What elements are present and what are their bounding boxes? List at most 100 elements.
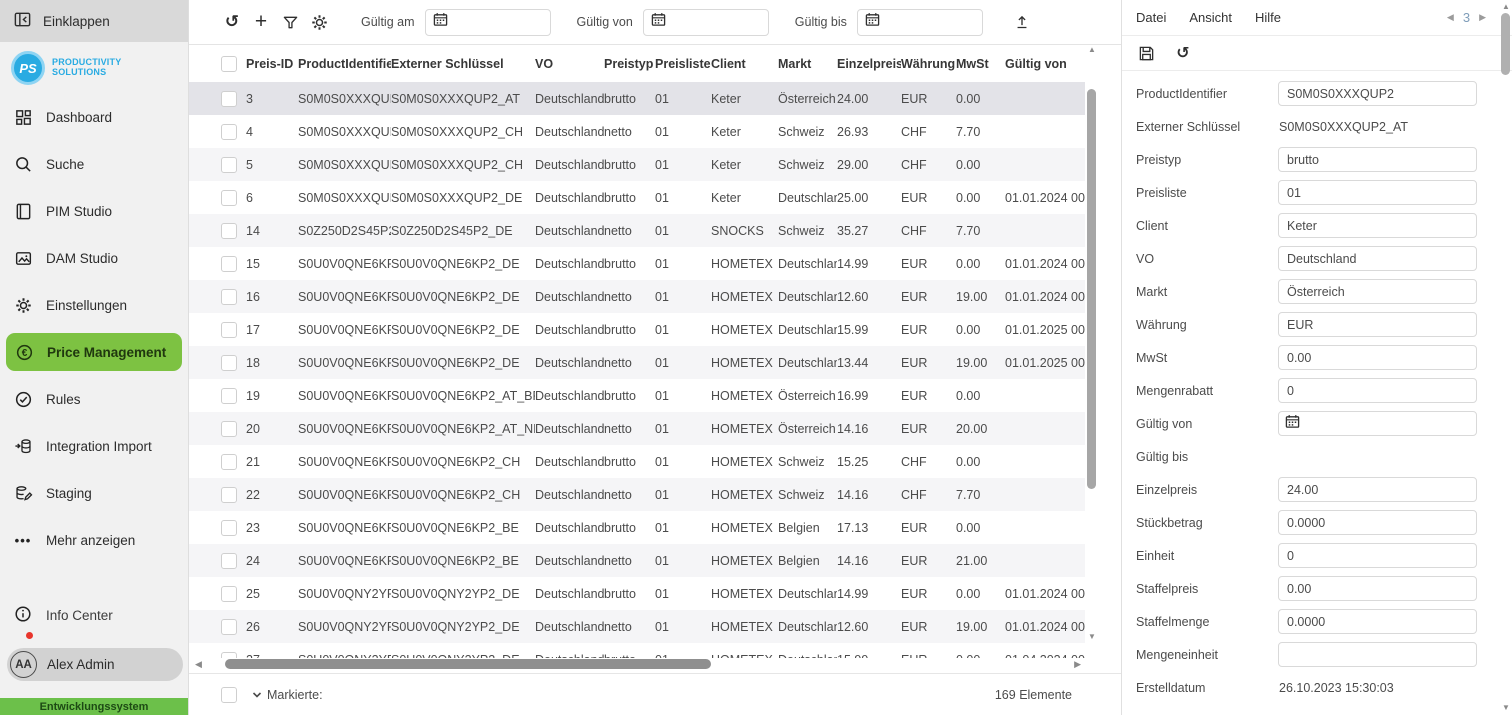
scroll-down-icon[interactable]: ▼: [1085, 632, 1099, 642]
sidebar-item-staging[interactable]: Staging: [0, 470, 188, 517]
table-row[interactable]: 26S0U0V0QNY2YP2S0U0V0QNY2YP2_DEDeutschla…: [189, 610, 1085, 643]
einzelpreis-input[interactable]: [1278, 477, 1477, 502]
column-header-productidentifier[interactable]: ProductIdentifier: [298, 57, 391, 71]
sidebar-item-einstellungen[interactable]: Einstellungen: [0, 282, 188, 329]
stueckbetrag-input[interactable]: [1278, 510, 1477, 535]
save-icon[interactable]: [1136, 43, 1156, 63]
mengenrabatt-input[interactable]: [1278, 378, 1477, 403]
table-row[interactable]: 25S0U0V0QNY2YP2S0U0V0QNY2YP2_DEDeutschla…: [189, 577, 1085, 610]
mengeneinheit-input[interactable]: [1278, 642, 1477, 667]
preistyp-input[interactable]: [1278, 147, 1477, 172]
row-checkbox[interactable]: [221, 256, 237, 272]
vertical-scrollbar-thumb[interactable]: [1087, 89, 1096, 489]
einheit-input[interactable]: [1278, 543, 1477, 568]
row-checkbox[interactable]: [221, 355, 237, 371]
add-icon[interactable]: +: [248, 9, 274, 35]
table-row[interactable]: 5S0M0S0XXXQUP2S0M0S0XXXQUP2_CHDeutschlan…: [189, 148, 1085, 181]
column-header-externer-schluessel[interactable]: Externer Schlüssel: [391, 57, 535, 71]
row-checkbox[interactable]: [221, 619, 237, 635]
scroll-down-icon[interactable]: ▼: [1499, 703, 1512, 713]
productidentifier-input[interactable]: [1278, 81, 1477, 106]
table-row[interactable]: 17S0U0V0QNE6KP2S0U0V0QNE6KP2_DEDeutschla…: [189, 313, 1085, 346]
sidebar-item-info-center[interactable]: Info Center: [0, 600, 188, 630]
table-row[interactable]: 27S0U0V0QNY2YP2S0U0V0QNY2YP2_DEDeutschla…: [189, 643, 1085, 658]
vertical-scrollbar[interactable]: ▲ ▼: [1085, 45, 1099, 642]
row-checkbox[interactable]: [221, 421, 237, 437]
column-header-preisliste[interactable]: Preisliste: [655, 57, 711, 71]
row-checkbox[interactable]: [221, 223, 237, 239]
refresh-icon[interactable]: ↺: [1173, 43, 1193, 63]
horizontal-scrollbar-thumb[interactable]: [225, 659, 711, 669]
row-checkbox[interactable]: [221, 322, 237, 338]
sidebar-item-rules[interactable]: Rules: [0, 376, 188, 423]
scroll-left-icon[interactable]: ◀: [195, 659, 202, 670]
scroll-up-icon[interactable]: ▲: [1085, 45, 1099, 55]
sidebar-item-price-management[interactable]: €Price Management: [6, 333, 182, 371]
chevron-down-icon[interactable]: [251, 689, 263, 701]
sidebar-item-pim-studio[interactable]: PIM Studio: [0, 188, 188, 235]
row-checkbox[interactable]: [221, 553, 237, 569]
table-row[interactable]: 23S0U0V0QNE6KP2S0U0V0QNE6KP2_BEDeutschla…: [189, 511, 1085, 544]
table-row[interactable]: 3S0M0S0XXXQUP2S0M0S0XXXQUP2_ATDeutschlan…: [189, 82, 1085, 115]
table-row[interactable]: 24S0U0V0QNE6KP2S0U0V0QNE6KP2_BEDeutschla…: [189, 544, 1085, 577]
horizontal-scrollbar[interactable]: ◀ ▶: [193, 657, 1089, 671]
footer-checkbox[interactable]: [221, 687, 237, 703]
vo-input[interactable]: [1278, 246, 1477, 271]
gueltig-am-date-input[interactable]: [425, 9, 551, 36]
gueltig-von-date-input[interactable]: [643, 9, 769, 36]
row-checkbox[interactable]: [221, 157, 237, 173]
table-row[interactable]: 16S0U0V0QNE6KP2S0U0V0QNE6KP2_DEDeutschla…: [189, 280, 1085, 313]
table-row[interactable]: 21S0U0V0QNE6KP2S0U0V0QNE6KP2_CHDeutschla…: [189, 445, 1085, 478]
sidebar-item-dashboard[interactable]: Dashboard: [0, 94, 188, 141]
pager-prev-icon[interactable]: ◀: [1447, 12, 1454, 23]
upload-icon[interactable]: [1009, 9, 1035, 35]
table-row[interactable]: 18S0U0V0QNE6KP2S0U0V0QNE6KP2_DEDeutschla…: [189, 346, 1085, 379]
table-row[interactable]: 20S0U0V0QNE6KP2S0U0V0QNE6KP2_AT_NETTODeu…: [189, 412, 1085, 445]
menu-datei[interactable]: Datei: [1136, 10, 1166, 25]
waehrung-input[interactable]: [1278, 312, 1477, 337]
staffelmenge-input[interactable]: [1278, 609, 1477, 634]
table-row[interactable]: 15S0U0V0QNE6KP2S0U0V0QNE6KP2_DEDeutschla…: [189, 247, 1085, 280]
sidebar-item-integration-import[interactable]: Integration Import: [0, 423, 188, 470]
row-checkbox[interactable]: [221, 520, 237, 536]
column-header-gueltig-von[interactable]: Gültig von: [1005, 57, 1085, 71]
refresh-icon[interactable]: ↺: [219, 9, 245, 35]
row-checkbox[interactable]: [221, 124, 237, 140]
panel-scrollbar[interactable]: ▲ ▼: [1499, 0, 1512, 715]
column-header-waehrung[interactable]: Währung: [901, 57, 956, 71]
settings-icon[interactable]: [306, 9, 332, 35]
client-input[interactable]: [1278, 213, 1477, 238]
row-checkbox[interactable]: [221, 91, 237, 107]
row-checkbox[interactable]: [221, 454, 237, 470]
table-row[interactable]: 4S0M0S0XXXQUP2S0M0S0XXXQUP2_CHDeutschlan…: [189, 115, 1085, 148]
column-header-markt[interactable]: Markt: [778, 57, 837, 71]
gueltig-bis-date-input[interactable]: [857, 9, 983, 36]
menu-hilfe[interactable]: Hilfe: [1255, 10, 1281, 25]
menu-ansicht[interactable]: Ansicht: [1189, 10, 1232, 25]
table-row[interactable]: 6S0M0S0XXXQUP2S0M0S0XXXQUP2_DEDeutschlan…: [189, 181, 1085, 214]
row-checkbox[interactable]: [221, 487, 237, 503]
table-row[interactable]: 22S0U0V0QNE6KP2S0U0V0QNE6KP2_CHDeutschla…: [189, 478, 1085, 511]
markt-input[interactable]: [1278, 279, 1477, 304]
staffelpreis-input[interactable]: [1278, 576, 1477, 601]
user-menu[interactable]: AA Alex Admin: [7, 648, 183, 681]
sidebar-item-mehr-anzeigen[interactable]: •••Mehr anzeigen: [0, 517, 188, 564]
preisliste-input[interactable]: [1278, 180, 1477, 205]
row-checkbox[interactable]: [221, 190, 237, 206]
scroll-right-icon[interactable]: ▶: [1074, 659, 1081, 670]
filter-icon[interactable]: [277, 9, 303, 35]
column-header-client[interactable]: Client: [711, 57, 778, 71]
pager-next-icon[interactable]: ▶: [1479, 12, 1486, 23]
row-checkbox[interactable]: [221, 388, 237, 404]
column-header-einzelpreis[interactable]: Einzelpreis: [837, 57, 901, 71]
column-header-preistyp[interactable]: Preistyp: [604, 57, 655, 71]
mwst-input[interactable]: [1278, 345, 1477, 370]
column-header-vo[interactable]: VO: [535, 57, 604, 71]
row-checkbox[interactable]: [221, 586, 237, 602]
collapse-sidebar-button[interactable]: Einklappen: [0, 0, 188, 42]
table-row[interactable]: 14S0Z250D2S45P2S0Z250D2S45P2_DEDeutschla…: [189, 214, 1085, 247]
select-all-checkbox[interactable]: [221, 56, 237, 72]
sidebar-item-dam-studio[interactable]: DAM Studio: [0, 235, 188, 282]
table-row[interactable]: 19S0U0V0QNE6KP2S0U0V0QNE6KP2_AT_BRUTTODe…: [189, 379, 1085, 412]
column-header-mwst[interactable]: MwSt: [956, 57, 1005, 71]
